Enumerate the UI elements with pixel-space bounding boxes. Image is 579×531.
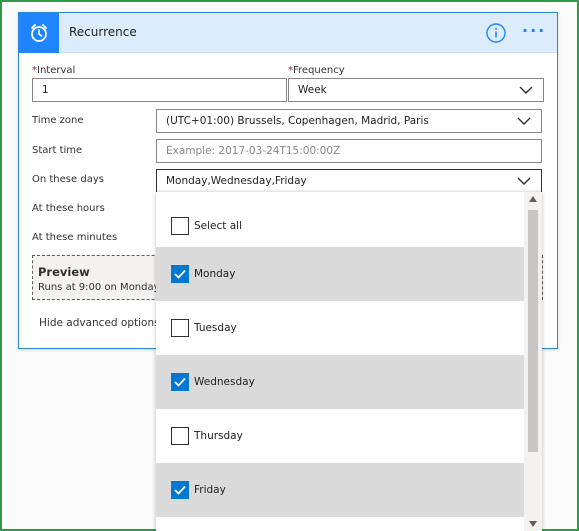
chevron-down-icon: [519, 86, 533, 94]
time-zone-label: Time zone: [32, 115, 84, 126]
option-label: Thursday: [194, 430, 243, 442]
checkbox-thursday[interactable]: [171, 427, 189, 445]
more-options-icon[interactable]: ···: [522, 21, 546, 40]
option-monday[interactable]: Monday: [156, 247, 524, 301]
option-label: Select all: [194, 220, 242, 232]
interval-label: *Interval: [32, 65, 76, 76]
option-friday[interactable]: Friday: [156, 463, 524, 517]
on-these-days-value: Monday,Wednesday,Friday: [166, 175, 307, 187]
scrollbar-thumb[interactable]: [528, 210, 538, 452]
at-these-hours-label: At these hours: [32, 203, 105, 214]
option-wednesday[interactable]: Wednesday: [156, 355, 524, 409]
start-time-label: Start time: [32, 145, 83, 156]
scroll-up-arrow-icon[interactable]: [529, 196, 537, 202]
info-icon[interactable]: [485, 22, 507, 44]
option-label: Friday: [194, 484, 226, 496]
option-tuesday[interactable]: Tuesday: [156, 301, 524, 355]
interval-input[interactable]: 1: [32, 78, 287, 102]
option-thursday[interactable]: Thursday: [156, 409, 524, 463]
at-these-minutes-label: At these minutes: [32, 232, 118, 243]
time-zone-value: (UTC+01:00) Brussels, Copenhagen, Madrid…: [166, 115, 429, 127]
checkbox-tuesday[interactable]: [171, 319, 189, 337]
days-dropdown-list: Select all Monday Tuesday Wednesday Thur…: [156, 192, 542, 531]
checkbox-friday[interactable]: [171, 481, 189, 499]
option-label: Tuesday: [194, 322, 237, 334]
frequency-value: Week: [298, 84, 327, 96]
checkbox-monday[interactable]: [171, 265, 189, 283]
checkmark-icon: [174, 377, 186, 387]
checkmark-icon: [174, 269, 186, 279]
option-select-all[interactable]: Select all: [156, 199, 524, 253]
start-time-input[interactable]: Example: 2017-03-24T15:00:00Z: [156, 139, 542, 163]
time-zone-dropdown[interactable]: (UTC+01:00) Brussels, Copenhagen, Madrid…: [156, 109, 542, 133]
hide-advanced-options-link[interactable]: Hide advanced options: [39, 317, 160, 329]
card-header[interactable]: Recurrence ···: [19, 13, 557, 53]
frequency-label: *Frequency: [288, 65, 345, 76]
dropdown-scrollbar[interactable]: [524, 192, 542, 531]
on-these-days-label: On these days: [32, 174, 104, 185]
checkbox-wednesday[interactable]: [171, 373, 189, 391]
checkmark-icon: [174, 485, 186, 495]
chevron-down-icon: [517, 177, 531, 185]
preview-title: Preview: [38, 265, 90, 279]
option-label: Wednesday: [194, 376, 255, 388]
scroll-down-arrow-icon[interactable]: [529, 521, 537, 527]
alarm-clock-icon: [19, 13, 59, 53]
card-title: Recurrence: [69, 25, 137, 39]
chevron-down-icon: [517, 117, 531, 125]
checkbox-select-all[interactable]: [171, 217, 189, 235]
on-these-days-dropdown[interactable]: Monday,Wednesday,Friday: [156, 169, 542, 193]
preview-text: Runs at 9:00 on Monday,: [38, 282, 163, 293]
frequency-dropdown[interactable]: Week: [288, 78, 544, 102]
option-label: Monday: [194, 268, 236, 280]
